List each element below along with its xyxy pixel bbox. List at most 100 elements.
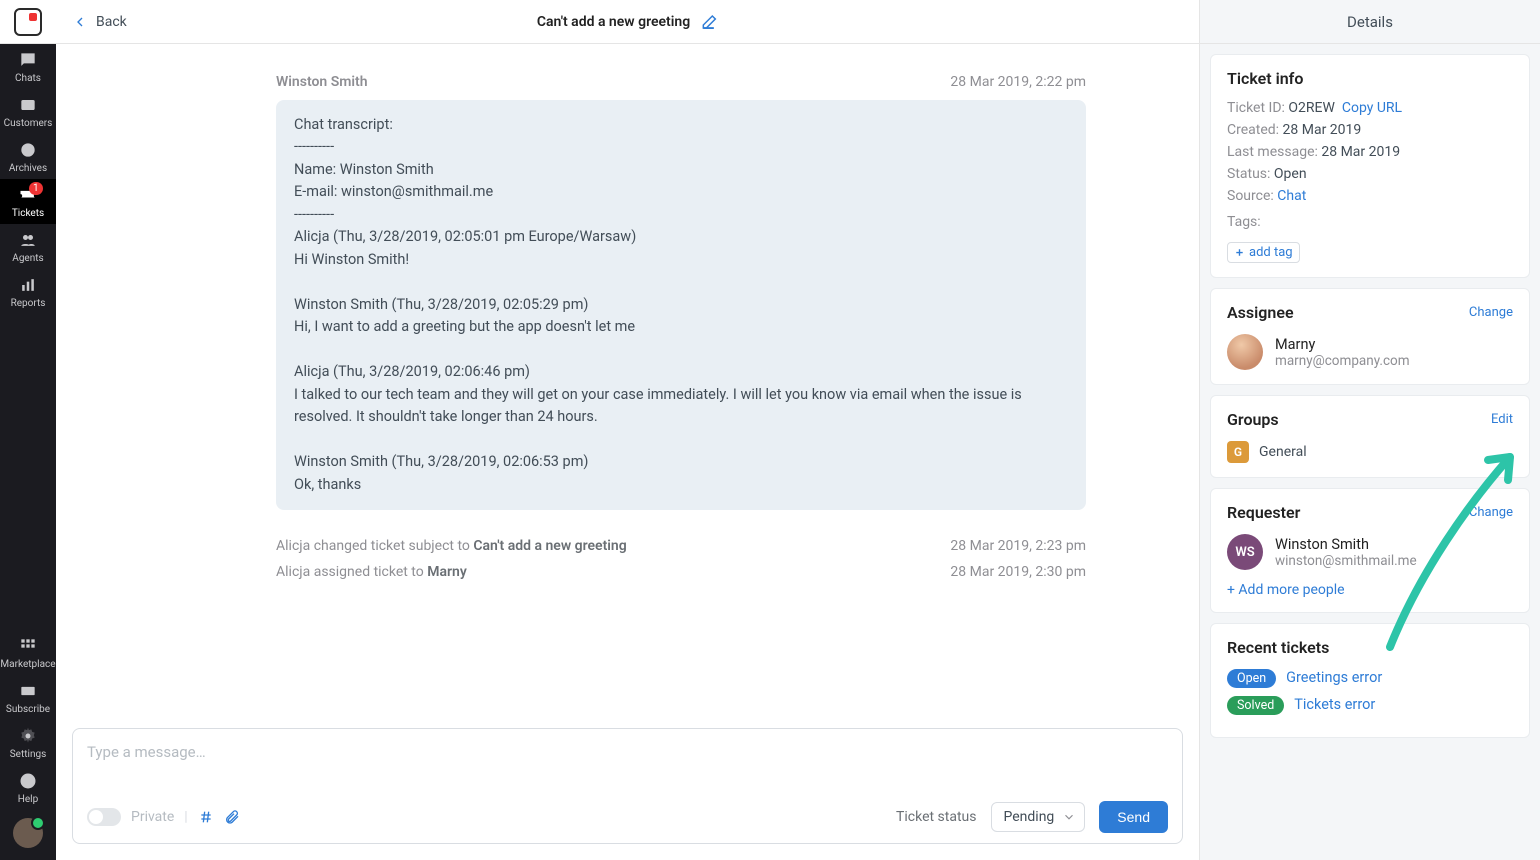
status-pill: Solved (1227, 696, 1284, 715)
status-value: Open (1274, 166, 1307, 182)
nav-label: Reports (0, 298, 56, 309)
add-tag-button[interactable]: add tag (1227, 242, 1300, 263)
divider: | (184, 809, 187, 825)
add-people-link[interactable]: + Add more people (1227, 582, 1345, 598)
add-tag-label: add tag (1249, 245, 1293, 260)
nav-subscribe[interactable]: Subscribe (0, 675, 56, 720)
nav-label: Agents (0, 253, 56, 264)
nav-label: Settings (0, 749, 56, 760)
assignee-email: marny@company.com (1275, 353, 1410, 369)
current-user-avatar[interactable] (13, 818, 43, 848)
logo[interactable] (0, 0, 56, 44)
composer: Private | Ticket status Pending Send (72, 728, 1183, 844)
requester-name: Winston Smith (1275, 536, 1417, 553)
recent-ticket-link[interactable]: Greetings error (1286, 669, 1382, 686)
chart-icon (18, 275, 38, 295)
status-pill: Open (1227, 669, 1276, 688)
nav-label: Customers (0, 118, 56, 129)
gear-icon (18, 726, 38, 746)
lastmsg-label: Last message: (1227, 144, 1318, 160)
event-row: Alicja assigned ticket to Marny28 Mar 20… (276, 564, 1086, 580)
tags-label: Tags: (1227, 214, 1261, 230)
nav-label: Marketplace (0, 659, 56, 670)
nav-chats[interactable]: Chats (0, 44, 56, 89)
message-sender: Winston Smith (276, 74, 368, 90)
source-link[interactable]: Chat (1277, 188, 1306, 204)
topbar: Back Can't add a new greeting (56, 0, 1199, 44)
event-row: Alicja changed ticket subject to Can't a… (276, 538, 1086, 554)
recent-heading: Recent tickets (1227, 638, 1513, 657)
groups-card: Edit Groups G General (1210, 395, 1530, 478)
nav-label: Tickets (0, 208, 56, 219)
recent-ticket-row: Solved Tickets error (1227, 696, 1513, 715)
card-icon (18, 681, 38, 701)
nav-marketplace[interactable]: Marketplace (0, 630, 56, 675)
back-button[interactable]: Back (72, 14, 127, 30)
status-label: Status: (1227, 166, 1270, 182)
nav-help[interactable]: Help (0, 765, 56, 810)
customer-icon (18, 95, 38, 115)
badge-count: 1 (29, 182, 43, 195)
nav-reports[interactable]: Reports (0, 269, 56, 314)
nav-label: Chats (0, 73, 56, 84)
main-panel: Back Can't add a new greeting Winston Sm… (56, 0, 1200, 860)
private-label: Private (131, 809, 174, 825)
recent-ticket-link[interactable]: Tickets error (1294, 696, 1375, 713)
created-label: Created: (1227, 122, 1279, 138)
nav-label: Subscribe (0, 704, 56, 715)
change-requester-link[interactable]: Change (1469, 505, 1513, 520)
ticket-status-label: Ticket status (896, 809, 976, 825)
ticket-info-heading: Ticket info (1227, 69, 1513, 88)
nav-label: Archives (0, 163, 56, 174)
nav-customers[interactable]: Customers (0, 89, 56, 134)
recent-tickets-card: Recent tickets OpenGreetings errorSolved… (1210, 623, 1530, 738)
ticket-id-value: O2REW (1288, 100, 1335, 116)
clock-icon (18, 140, 38, 160)
group-name: General (1259, 444, 1307, 460)
assignee-name: Marny (1275, 336, 1410, 353)
nav-label: Help (0, 794, 56, 805)
message-input[interactable] (87, 743, 1168, 789)
ticket-status-select[interactable]: Pending (991, 802, 1086, 832)
nav-agents[interactable]: Agents (0, 224, 56, 269)
help-icon (18, 771, 38, 791)
private-toggle[interactable] (87, 808, 121, 826)
ticket-info-card: Ticket info Ticket ID: O2REW Copy URL Cr… (1210, 54, 1530, 278)
chevron-down-icon (1062, 810, 1076, 824)
transcript: Chat transcript:----------Name: Winston … (276, 100, 1086, 510)
groups-heading: Groups (1227, 410, 1513, 429)
ticket-id-label: Ticket ID: (1227, 100, 1285, 116)
chat-icon (18, 50, 38, 70)
assignee-card: Change Assignee Marny marny@company.com (1210, 288, 1530, 385)
group-badge: G (1227, 441, 1249, 463)
nav-archives[interactable]: Archives (0, 134, 56, 179)
requester-email: winston@smithmail.me (1275, 553, 1417, 569)
created-value: 28 Mar 2019 (1283, 122, 1362, 138)
people-icon (18, 230, 38, 250)
recent-ticket-row: Open Greetings error (1227, 669, 1513, 688)
send-button[interactable]: Send (1099, 801, 1168, 833)
nav-tickets[interactable]: 1 Tickets (0, 179, 56, 224)
sidebar: Chats Customers Archives 1 Tickets Agent… (0, 0, 56, 860)
requester-card: Change Requester WS Winston Smith winsto… (1210, 488, 1530, 613)
assignee-avatar (1227, 334, 1263, 370)
requester-avatar: WS (1227, 534, 1263, 570)
details-panel: Details Ticket info Ticket ID: O2REW Cop… (1200, 0, 1540, 860)
back-label: Back (96, 14, 127, 30)
paperclip-icon[interactable] (224, 809, 240, 825)
edit-groups-link[interactable]: Edit (1491, 412, 1513, 427)
page-title: Can't add a new greeting (537, 14, 690, 30)
plus-icon (1234, 247, 1245, 258)
nav-settings[interactable]: Settings (0, 720, 56, 765)
message-time: 28 Mar 2019, 2:22 pm (950, 74, 1086, 90)
arrow-left-icon (72, 14, 88, 30)
edit-icon[interactable] (700, 13, 718, 31)
change-assignee-link[interactable]: Change (1469, 305, 1513, 320)
grid-icon (18, 636, 38, 656)
source-label: Source: (1227, 188, 1274, 204)
lastmsg-value: 28 Mar 2019 (1321, 144, 1400, 160)
details-title: Details (1200, 0, 1540, 44)
ticket-status-value: Pending (1004, 809, 1055, 825)
copy-url-link[interactable]: Copy URL (1342, 100, 1402, 116)
hash-icon[interactable] (198, 809, 214, 825)
